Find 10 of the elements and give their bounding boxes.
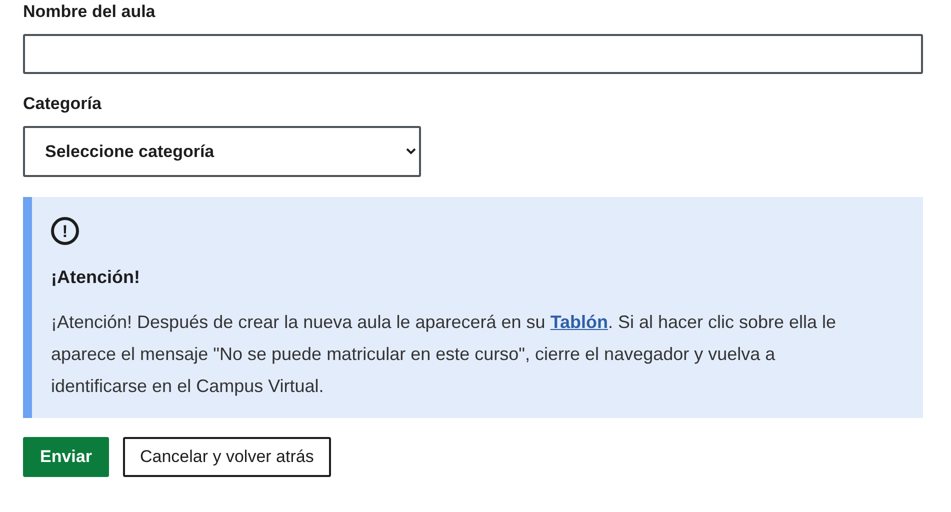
alert-text: ¡Atención! Después de crear la nueva aula le aparecerá en su Tablón. Si al hacer clic sobre ella le aparece el mensaje "No se puede matricular en este curso", cierre el navegador y vuelva a identificarse en el Campus Virtual. — [51, 311, 838, 398]
field-label: Categoría — [23, 94, 102, 114]
submit-button[interactable]: Enviar — [23, 437, 109, 477]
alert-title: ¡Atención! — [51, 267, 140, 288]
warning-icon: ! — [51, 217, 79, 245]
field-label: Nombre del aula — [23, 2, 156, 22]
category-select[interactable]: Seleccione categoría — [23, 126, 421, 177]
cancel-button[interactable]: Cancelar y volver atrás — [122, 437, 331, 477]
tablon-link[interactable]: Tablón — [550, 312, 608, 332]
input-field[interactable] — [23, 34, 923, 74]
